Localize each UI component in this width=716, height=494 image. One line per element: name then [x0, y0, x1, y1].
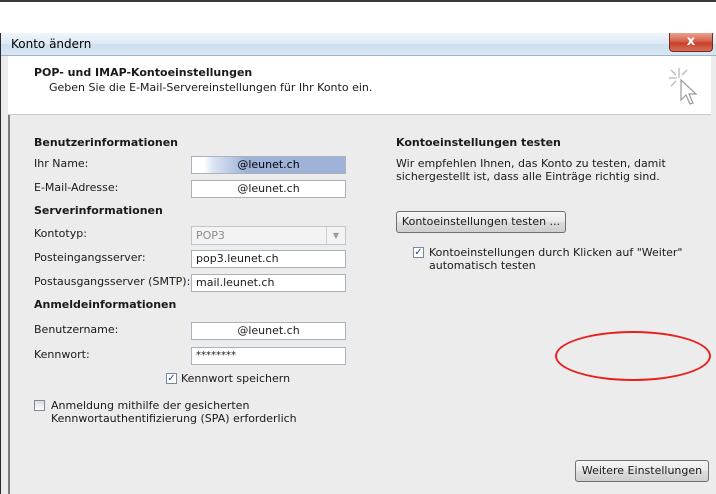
- spa-label-line2: Kennwortauthentifizierung (SPA) erforder…: [51, 412, 297, 425]
- spa-checkbox[interactable]: [34, 400, 45, 411]
- header-subtitle: Geben Sie die E-Mail-Servereinstellungen…: [49, 81, 373, 94]
- auto-test-label-line1: Kontoeinstellungen durch Klicken auf "We…: [429, 246, 683, 259]
- save-password-checkbox[interactable]: ✓: [166, 373, 177, 384]
- password-label: Kennwort:: [34, 348, 90, 361]
- chevron-down-icon: ▼: [326, 227, 345, 244]
- password-value: ********: [196, 350, 236, 361]
- top-divider: [0, 0, 716, 2]
- highlight-ellipse: [555, 331, 711, 381]
- user-info-heading: Benutzerinformationen: [34, 136, 179, 149]
- dialog-header: POP- und IMAP-Kontoeinstellungen Geben S…: [8, 56, 711, 115]
- outgoing-server-value: mail.leunet.ch: [196, 276, 275, 289]
- name-label: Ihr Name:: [34, 157, 89, 170]
- email-field[interactable]: @leunet.ch: [191, 180, 346, 198]
- title-bar[interactable]: Konto ändern x: [1, 33, 716, 56]
- test-settings-heading: Kontoeinstellungen testen: [396, 136, 561, 149]
- account-type-label: Kontotyp:: [34, 227, 87, 240]
- account-type-value: POP3: [196, 229, 225, 242]
- incoming-server-field[interactable]: pop3.leunet.ch: [191, 250, 346, 268]
- save-password-label: Kennwort speichern: [181, 372, 291, 385]
- name-value: @leunet.ch: [237, 158, 300, 171]
- dialog-window: Konto ändern x POP- und IMAP-Kontoeinste…: [0, 33, 716, 494]
- header-title: POP- und IMAP-Kontoeinstellungen: [34, 66, 253, 79]
- more-settings-button[interactable]: Weitere Einstellungen: [575, 460, 709, 482]
- login-info-heading: Anmeldeinformationen: [34, 298, 177, 311]
- wizard-cursor-icon: [669, 68, 698, 105]
- test-settings-button[interactable]: Kontoeinstellungen testen ...: [396, 211, 566, 233]
- account-type-select[interactable]: POP3 ▼: [191, 226, 346, 245]
- test-description-line2: sichergestellt ist, dass alle Einträge r…: [396, 170, 660, 183]
- left-edge-bar: [8, 115, 10, 494]
- outgoing-server-field[interactable]: mail.leunet.ch: [191, 274, 346, 292]
- name-field[interactable]: @leunet.ch: [191, 156, 346, 174]
- close-icon: x: [686, 34, 696, 49]
- settings-content: Benutzerinformationen Ihr Name: @leunet.…: [8, 115, 711, 494]
- username-value: @leunet.ch: [237, 324, 300, 337]
- auto-test-label-line2: automatisch testen: [429, 259, 536, 272]
- email-value: @leunet.ch: [237, 182, 300, 195]
- server-info-heading: Serverinformationen: [34, 204, 163, 217]
- password-field[interactable]: ********: [191, 347, 346, 365]
- close-button[interactable]: x: [669, 33, 713, 52]
- spa-label-line1: Anmeldung mithilfe der gesicherten: [51, 399, 250, 412]
- username-field[interactable]: @leunet.ch: [191, 322, 346, 340]
- auto-test-checkbox[interactable]: ✓: [413, 247, 424, 258]
- outgoing-server-label: Postausgangsserver (SMTP):: [34, 275, 191, 288]
- test-description-line1: Wir empfehlen Ihnen, das Konto zu testen…: [396, 157, 666, 170]
- window-title: Konto ändern: [11, 37, 92, 51]
- incoming-server-label: Posteingangsserver:: [34, 251, 146, 264]
- email-label: E-Mail-Adresse:: [34, 181, 119, 194]
- username-label: Benutzername:: [34, 323, 119, 336]
- incoming-server-value: pop3.leunet.ch: [196, 252, 279, 265]
